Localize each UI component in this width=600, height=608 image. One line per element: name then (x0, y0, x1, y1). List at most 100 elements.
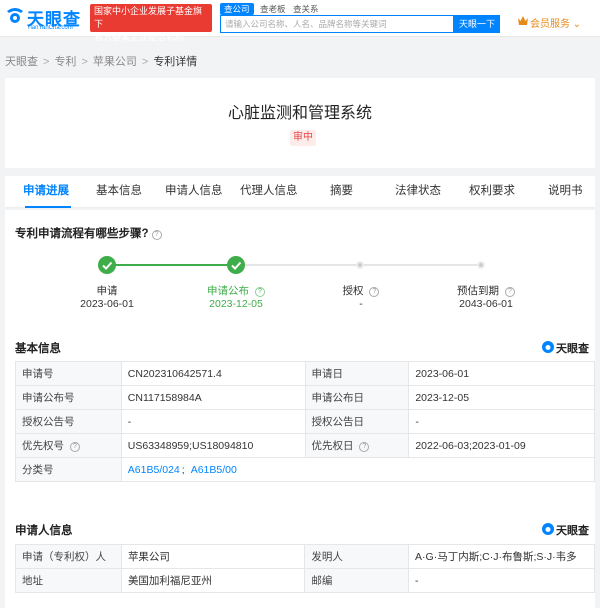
table-row: 申请（专利权）人 苹果公司 发明人 A·G·马丁内斯;C·J·布鲁斯;S·J·韦… (15, 544, 595, 569)
detail-content: 专利申请流程有哪些步骤?? 申请 2023-06-01 申请公布 ? 2023-… (5, 210, 596, 608)
tianyancha-logo[interactable]: 天眼查 TianYanCha.com (5, 5, 87, 33)
tab-description[interactable]: 说明书 (548, 176, 583, 208)
breadcrumb-patent[interactable]: 专利 (54, 56, 76, 68)
patent-title: 心脏监测和管理系统 (227, 105, 372, 122)
breadcrumb-current: 专利详情 (153, 56, 198, 68)
table-row: 授权公告号 - 授权公告日 - (15, 409, 595, 434)
field-label: 申请日 (304, 361, 410, 386)
tab-applicant[interactable]: 申请人信息 (165, 176, 223, 208)
tab-agent[interactable]: 代理人信息 (240, 176, 298, 208)
field-value: 美国加利福尼亚州 (120, 568, 306, 593)
tab-basic-info[interactable]: 基本信息 (96, 176, 142, 208)
field-value: 2022-06-03;2023-01-09 (408, 433, 595, 458)
tab-legal-status[interactable]: 法律状态 (395, 176, 441, 208)
field-label: 申请（专利权）人 (15, 544, 122, 569)
search-input[interactable]: 请输入公司名称、人名、品牌名称等关键词 (220, 15, 454, 33)
tab-claims[interactable]: 权利要求 (469, 176, 515, 208)
table-row: 分类号 A61B5/024; A61B5/00 (15, 457, 596, 482)
step-line-done (115, 264, 237, 266)
tianyancha-watermark: 天眼查 (542, 340, 594, 355)
process-question[interactable]: 专利申请流程有哪些步骤?? (15, 225, 162, 241)
help-icon: ? (151, 230, 162, 240)
patent-title-card: 心脏监测和管理系统 审中 (5, 78, 595, 168)
classification-values: A61B5/024; A61B5/00 (120, 457, 596, 482)
search-tab-relation[interactable]: 查关系 (293, 3, 319, 15)
search-button[interactable]: 天眼一下 (454, 15, 500, 33)
field-label: 授权公告日 (304, 409, 410, 434)
banner-line-1: 国家中小企业发展子基金旗下 (94, 6, 203, 29)
field-label: 邮编 (304, 568, 410, 593)
classification-link[interactable]: A61B5/00 (191, 464, 237, 476)
help-icon: ? (254, 287, 265, 297)
field-value: 2023-06-01 (408, 361, 595, 386)
help-icon: ? (369, 287, 380, 297)
logo-subtext: TianYanCha.com (27, 25, 73, 31)
step-date: 2043-06-01 (459, 298, 513, 310)
classification-link[interactable]: A61B5/024 (128, 464, 180, 476)
applicant-info-title: 申请人信息 (15, 525, 73, 537)
breadcrumb-home[interactable]: 天眼查 (5, 56, 38, 68)
step-done-icon (227, 256, 245, 274)
brand-eye-icon (542, 523, 554, 535)
active-tab-indicator (25, 206, 71, 208)
eye-logo-icon (7, 8, 23, 23)
table-row: 地址 美国加利福尼亚州 邮编 - (15, 568, 595, 593)
field-label: 优先权号 ? (15, 433, 122, 458)
brand-text: 天眼查 (556, 343, 589, 355)
member-service-link[interactable]: 会员服务 ⌄ (530, 15, 581, 30)
help-icon[interactable]: ? (69, 442, 80, 452)
tab-abstract[interactable]: 摘要 (330, 176, 353, 208)
step-label: 预估到期 ? (436, 283, 536, 298)
field-label: 授权公告号 (15, 409, 122, 434)
tab-progress[interactable]: 申请进展 (23, 176, 69, 208)
field-value: A·G·马丁内斯;C·J·布鲁斯;S·J·韦多 (408, 544, 595, 569)
step-done-icon (98, 256, 116, 274)
field-label: 优先权日 ? (304, 433, 410, 458)
help-icon: ? (504, 287, 515, 297)
table-row: 申请公布号 CN117158984A 申请公布日 2023-12-05 (15, 385, 595, 410)
search-tab-boss[interactable]: 查老板 (260, 3, 286, 15)
field-label: 地址 (15, 568, 122, 593)
step-label: 申请公布 ? (186, 283, 286, 298)
applicant-link[interactable]: 苹果公司 (120, 544, 306, 569)
brand-eye-icon (542, 341, 554, 353)
step-date: 2023-06-01 (80, 298, 134, 310)
breadcrumb-company[interactable]: 苹果公司 (93, 56, 137, 68)
field-value: US63348959;US18094810 (120, 433, 306, 458)
top-header: 天眼查 TianYanCha.com 国家中小企业发展子基金旗下 官方备案企业征… (0, 0, 600, 42)
table-row: 申请号 CN202310642571.4 申请日 2023-06-01 (15, 361, 595, 386)
field-label: 申请公布号 (15, 385, 122, 410)
step-date: - (359, 298, 363, 310)
basic-info-table: 申请号 CN202310642571.4 申请日 2023-06-01 申请公布… (15, 361, 596, 482)
official-banner[interactable]: 国家中小企业发展子基金旗下 官方备案企业征信机构 (90, 4, 212, 42)
detail-tabs: 申请进展 基本信息 申请人信息 代理人信息 摘要 法律状态 权利要求 说明书 (5, 176, 595, 208)
help-icon[interactable]: ? (359, 442, 370, 452)
step-label: 申请 (96, 285, 118, 297)
field-value: CN202310642571.4 (120, 361, 306, 386)
step-label: 授权 ? (311, 283, 411, 298)
field-value: - (408, 568, 595, 593)
banner-line-2: 官方备案企业征信机构 (94, 32, 185, 42)
status-badge: 审中 (290, 130, 316, 146)
step-pending-icon (356, 261, 364, 269)
field-value: 2023-12-05 (408, 385, 595, 410)
field-value: CN117158984A (120, 385, 306, 410)
brand-text: 天眼查 (556, 525, 589, 537)
crown-icon (518, 16, 528, 25)
search-tab-company[interactable]: 查公司 (220, 3, 254, 15)
step-pending-icon (477, 261, 485, 269)
step-date: 2023-12-05 (209, 298, 263, 310)
member-service-label: 会员服务 (530, 19, 570, 30)
table-row: 优先权号 ? US63348959;US18094810 优先权日 ? 2022… (15, 433, 595, 458)
process-question-text: 专利申请流程有哪些步骤? (15, 228, 149, 240)
applicant-info-table: 申请（专利权）人 苹果公司 发明人 A·G·马丁内斯;C·J·布鲁斯;S·J·韦… (15, 544, 595, 593)
field-value: - (408, 409, 595, 434)
chevron-down-icon: ⌄ (572, 19, 582, 30)
basic-info-title: 基本信息 (15, 343, 61, 355)
field-label: 发明人 (304, 544, 410, 569)
field-label: 申请公布日 (304, 385, 410, 410)
field-label: 申请号 (15, 361, 122, 386)
breadcrumb: 天眼查 > 专利 > 苹果公司 > 专利详情 (5, 56, 198, 68)
tianyancha-watermark: 天眼查 (542, 522, 594, 537)
field-value: - (120, 409, 306, 434)
